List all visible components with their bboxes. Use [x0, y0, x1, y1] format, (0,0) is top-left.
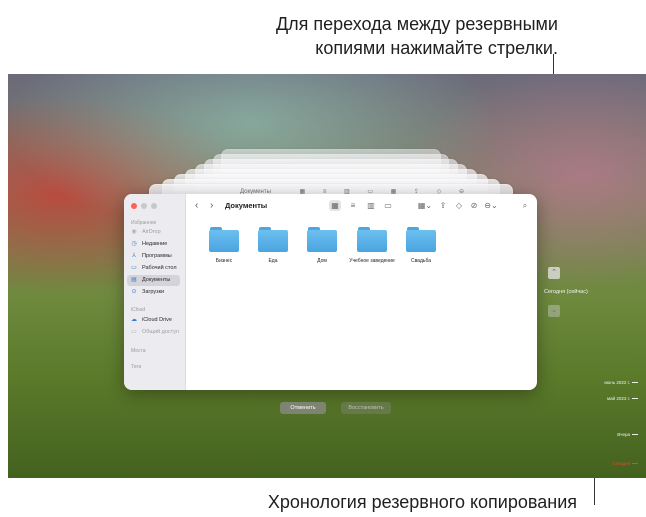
sidebar-item-label: Загрузки — [142, 289, 165, 295]
sidebar-item-recents[interactable]: ◷ Недавние — [127, 239, 180, 250]
share-icon[interactable]: ⇪ — [437, 200, 449, 211]
sidebar-item-icloud-drive[interactable]: ☁ iCloud Drive — [127, 315, 180, 326]
folder-icon — [357, 227, 387, 252]
chevron-down-icon: ⌄ — [551, 307, 557, 314]
callout-arrows-line1: Для перехода между резервными — [275, 14, 558, 34]
timeline-entry[interactable]: май 2023 г. — [607, 394, 638, 402]
current-backup-label: Сегодня (сейчас) — [544, 289, 588, 295]
tag-icon[interactable]: ◇ — [453, 200, 465, 211]
forward-icon[interactable]: › — [210, 200, 213, 211]
restore-button[interactable]: Восстановить — [341, 402, 391, 414]
icon-view-icon[interactable]: ▦ — [329, 200, 341, 211]
desktop-icon: ▭ — [131, 265, 137, 271]
minimize-button[interactable] — [141, 203, 147, 209]
folder-item[interactable]: Свадьба — [391, 227, 451, 264]
timeline-tick — [632, 433, 638, 435]
chevron-up-icon: ⌃ — [551, 269, 557, 276]
sidebar-section-locations: Места — [131, 348, 146, 354]
close-button[interactable] — [131, 203, 137, 209]
finder-sidebar: Избранное ◉ AirDrop ◷ Недавние ⅄ Програм… — [124, 194, 186, 390]
timeline-entry[interactable]: июнь 2022 г. — [604, 378, 638, 386]
sidebar-item-shared[interactable]: ▭ Общий доступ — [127, 327, 180, 338]
shared-folder-icon: ▭ — [131, 329, 137, 335]
airdrop-icon: ◉ — [131, 229, 137, 235]
timeline-label: май 2023 г. — [607, 395, 630, 401]
edit-tags-icon[interactable]: ⊘ — [468, 200, 480, 211]
window-title: Документы — [225, 201, 268, 210]
sidebar-item-airdrop[interactable]: ◉ AirDrop — [127, 227, 180, 238]
timeline-tick — [632, 381, 638, 383]
sidebar-item-downloads[interactable]: ⊙ Загрузки — [127, 287, 180, 298]
folder-grid: Бизнес Еда Дом Учебное заведение Свадьба — [197, 227, 537, 287]
search-icon[interactable]: ⌕ — [519, 200, 531, 211]
callout-timeline: Хронология резервного копирования — [267, 492, 577, 512]
more-actions-icon[interactable]: ⊖⌄ — [483, 200, 499, 211]
callout-arrows: Для перехода между резервными копиями на… — [218, 12, 558, 60]
sidebar-item-label: Документы — [142, 277, 171, 283]
sidebar-item-label: AirDrop — [142, 229, 161, 235]
timeline-entry[interactable]: Вчера — [617, 430, 638, 438]
timeline-label: Сегодня — [612, 460, 630, 466]
folder-icon — [406, 227, 436, 252]
timeline-label: июнь 2022 г. — [604, 379, 630, 385]
callout-arrows-line2: копиями нажимайте стрелки. — [315, 38, 558, 58]
gallery-view-icon[interactable]: ▭ — [382, 200, 394, 211]
timeline-entry-current[interactable]: Сегодня — [613, 459, 638, 467]
previous-backup-button[interactable]: ⌃ — [548, 267, 560, 279]
group-icon[interactable]: ▦⌄ — [417, 200, 433, 211]
next-backup-button[interactable]: ⌄ — [548, 305, 560, 317]
folder-label: Свадьба — [410, 258, 432, 264]
window-controls — [131, 203, 157, 209]
back-icon[interactable]: ‹ — [195, 200, 198, 211]
document-icon: ▤ — [131, 277, 137, 283]
cloud-icon: ☁ — [131, 317, 137, 323]
sidebar-item-label: Программы — [142, 253, 172, 259]
sidebar-item-documents[interactable]: ▤ Документы — [127, 275, 180, 286]
timeline-tick — [632, 397, 638, 399]
finder-window[interactable]: Избранное ◉ AirDrop ◷ Недавние ⅄ Програм… — [124, 194, 537, 390]
sidebar-item-applications[interactable]: ⅄ Программы — [127, 251, 180, 262]
sidebar-item-label: iCloud Drive — [142, 317, 172, 323]
sidebar-item-label: Недавние — [142, 241, 168, 247]
folder-icon — [307, 227, 337, 252]
finder-toolbar: ‹ › Документы ▦ ≡ ▥ ▭ ▦⌄ ⇪ ◇ ⊘ ⊖⌄ ⌕ — [185, 194, 537, 218]
sidebar-item-desktop[interactable]: ▭ Рабочий стол — [127, 263, 180, 274]
sidebar-section-tags: Теги — [131, 364, 142, 370]
column-view-icon[interactable]: ▥ — [365, 200, 377, 211]
clock-icon: ◷ — [131, 241, 137, 247]
zoom-button[interactable] — [151, 203, 157, 209]
sidebar-item-label: Общий доступ — [142, 329, 179, 335]
cancel-button[interactable]: Отменить — [280, 402, 326, 414]
timeline-tick — [632, 462, 638, 464]
sidebar-section-favorites: Избранное — [131, 220, 157, 226]
applications-icon: ⅄ — [132, 253, 136, 259]
sidebar-section-icloud: iCloud — [131, 307, 146, 313]
timeline-label: Вчера — [617, 431, 630, 437]
folder-icon — [258, 227, 288, 252]
time-machine-screen: Документы ▦ ≡ ▥ ▭ ▦ ⇪ ◇ ⊖ Избранное ◉ Ai… — [8, 74, 646, 478]
folder-icon — [209, 227, 239, 252]
sidebar-item-label: Рабочий стол — [142, 265, 177, 271]
list-view-icon[interactable]: ≡ — [347, 200, 359, 211]
download-icon: ⊙ — [131, 289, 137, 295]
